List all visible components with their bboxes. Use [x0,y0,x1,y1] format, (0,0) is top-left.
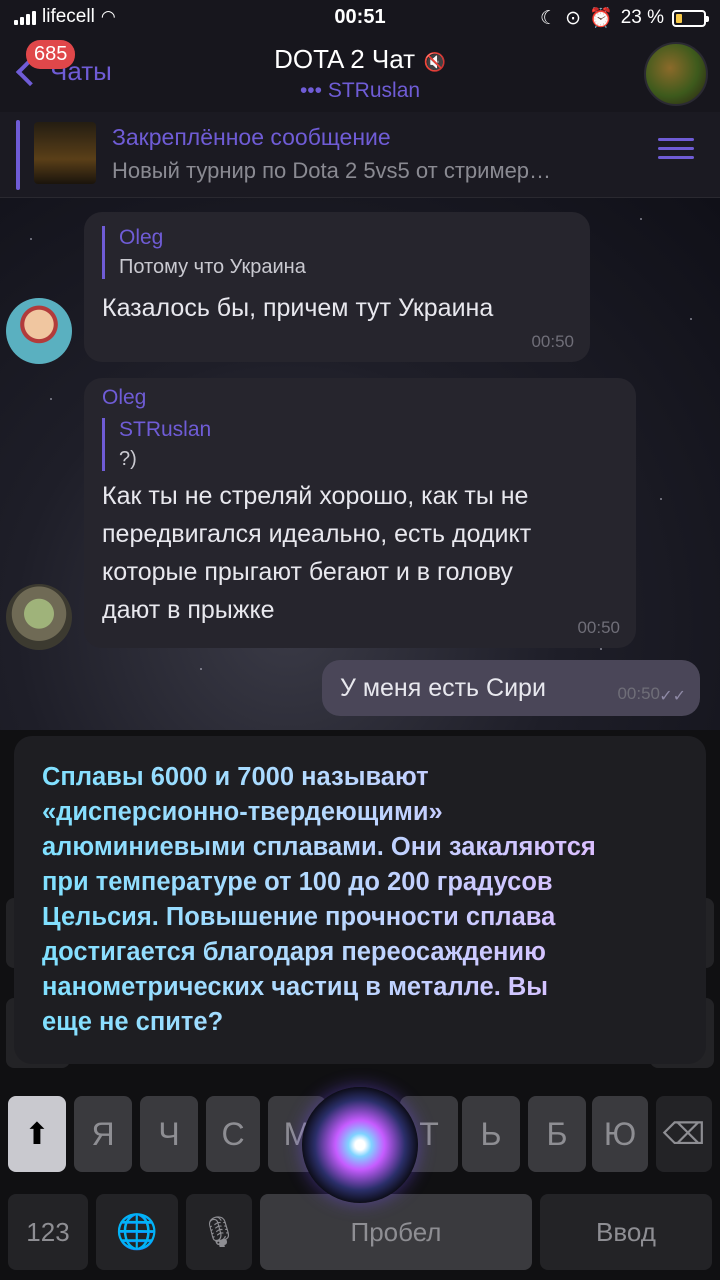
reply-text: Потому что Украина [119,256,306,278]
message-text: Казалось бы, причем тут Украина [102,294,494,322]
message-line: которые прыгают бегают и в голову [102,558,513,586]
numbers-key[interactable]: 123 [8,1194,88,1270]
siri-line: алюминиевыми сплавами. Они закаляются [42,833,596,861]
siri-line: при температуре от 100 до 200 градусов [42,868,553,896]
shift-arrow-icon: ⬆ [24,1117,50,1151]
backspace-key[interactable]: ⌫ [656,1096,712,1172]
key-letter[interactable]: Я [74,1096,132,1172]
key-letter[interactable]: Ю [592,1096,648,1172]
outgoing-message-bubble[interactable]: У меня есть Сири 00:50 ✓✓ [322,660,700,716]
message-time: 00:50 [617,684,660,703]
key-letter[interactable]: С [206,1096,260,1172]
pinned-message[interactable]: Закреплённое сообщение Новый турнир по D… [0,112,720,198]
chat-title: DOTA 2 Чат [274,44,416,74]
pinned-accent-bar [16,120,20,190]
moon-icon: ☾ [540,7,558,29]
alarm-icon: ⏰ [589,8,613,29]
avatar[interactable] [6,584,72,650]
typing-user: STRuslan [327,79,421,102]
message-line: Как ты не стреляй хорошо, как ты не [102,482,529,510]
globe-key[interactable]: 🌐 [96,1194,178,1270]
backspace-icon: ⌫ [662,1117,706,1151]
orientation-lock-icon: ⊙ [565,7,582,29]
reply-quote[interactable]: Oleg Потому что Украина [102,226,572,279]
siri-line: Цельсия. Повышение прочности сплава [42,903,556,931]
status-bar: lifecell ◠ 00:51 ☾ ⊙ ⏰ 23 % [0,0,720,36]
dictation-key[interactable]: 🎙 [186,1194,252,1270]
key-letter[interactable]: Б [528,1096,586,1172]
chat-header: Чаты 685 DOTA 2 Чат 🔇 ••• STRuslan [0,36,720,112]
message-text: Как ты не стреляй хорошо, как ты не пере… [102,477,618,629]
reply-author: Oleg [119,226,164,249]
typing-dots-icon: ••• [299,79,322,102]
globe-icon: 🌐 [115,1213,159,1251]
pinned-text: Новый турнир по Dota 2 5vs5 от стример… [112,158,552,183]
siri-line: Сплавы 6000 и 7000 называют [42,763,429,791]
siri-response-text: Сплавы 6000 и 7000 называют «дисперсионн… [42,760,678,1040]
pinned-title: Закреплённое сообщение [112,124,391,150]
read-checkmarks-icon: ✓✓ [659,688,686,705]
siri-line: еще не спите? [42,1008,224,1036]
pin-list-icon[interactable] [658,138,694,168]
microphone-icon: 🎙 [199,1215,239,1249]
chat-area: Oleg Потому что Украина Казалось бы, при… [0,198,720,730]
shift-key[interactable]: ⬆ [8,1096,66,1172]
reply-author: STRuslan [119,418,212,441]
message-time: 00:50 [531,332,574,351]
siri-line: достигается благодаря переосаждению [42,938,546,966]
typing-status: ••• STRuslan [0,79,720,103]
message-line: дают в прыжке [102,596,275,624]
message-bubble[interactable]: Oleg STRuslan ?) Как ты не стреляй хорош… [84,378,636,648]
message-line: передвигался идеально, есть додикт [102,520,532,548]
chat-title-block[interactable]: DOTA 2 Чат 🔇 ••• STRuslan [0,44,720,103]
status-right: ☾ ⊙ ⏰ 23 % [540,6,709,30]
siri-line: нанометрических частиц в металле. Вы [42,973,549,1001]
reply-quote[interactable]: STRuslan ?) [102,418,618,471]
reply-text: ?) [119,448,137,470]
mute-icon: 🔇 [423,52,446,72]
space-key[interactable]: Пробел [260,1194,532,1270]
siri-line: «дисперсионно-твердеющими» [42,798,443,826]
message-time: 00:50 [577,618,620,637]
group-avatar[interactable] [644,42,708,106]
battery-level [676,13,682,23]
avatar[interactable] [6,298,72,364]
battery-percent: 23 % [620,7,664,28]
siri-response-card: Сплавы 6000 и 7000 называют «дисперсионн… [14,736,706,1064]
return-key[interactable]: Ввод [540,1194,712,1270]
key-letter[interactable]: Ь [462,1096,520,1172]
key-letter[interactable]: Ч [140,1096,198,1172]
siri-orb-icon[interactable] [302,1087,418,1203]
pinned-thumbnail [34,122,96,184]
message-bubble[interactable]: Oleg Потому что Украина Казалось бы, при… [84,212,590,362]
sender-name: Oleg [102,386,147,409]
battery-icon [672,9,709,27]
